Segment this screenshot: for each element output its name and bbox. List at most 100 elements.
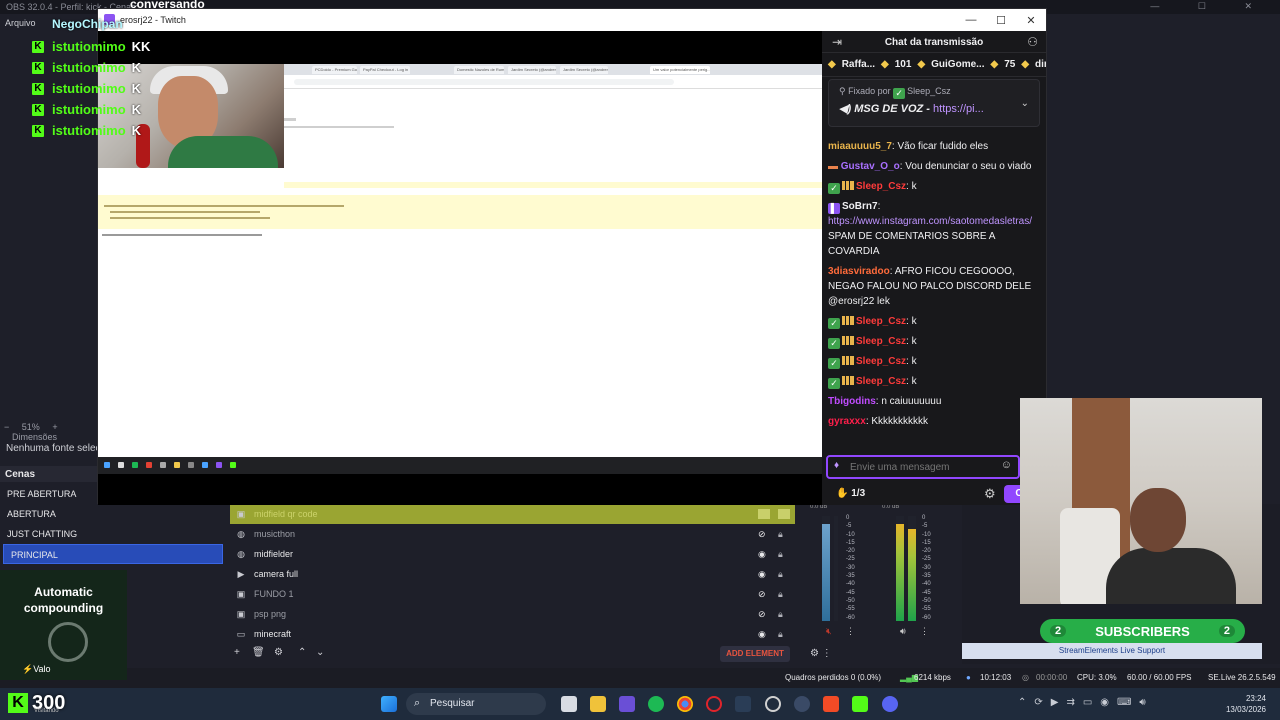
chat-username[interactable]: SoBrn7 [842, 201, 878, 212]
chat-username[interactable]: 3diasviradoo [828, 266, 890, 277]
source-item[interactable]: ▣ midfield qr code [230, 504, 795, 524]
source-item[interactable]: ◍ midfielder ◉ 🔒︎ [230, 544, 795, 564]
chat-username[interactable]: Sleep_Csz [856, 316, 906, 327]
chat-username[interactable]: Sleep_Csz [856, 181, 906, 192]
chat-username[interactable]: Tbigodins [828, 396, 876, 407]
scene-item[interactable]: ABERTURA [0, 504, 226, 524]
cpu-usage: CPU: 3.0% [1077, 673, 1117, 682]
hidden-eye-icon[interactable]: ⊘ [758, 609, 766, 620]
eye-icon[interactable]: ◉ [758, 549, 766, 560]
minimize-icon[interactable]: — [956, 9, 986, 31]
image-icon: ▣ [236, 508, 246, 519]
zoom-out-button[interactable]: − [4, 422, 9, 432]
inner-text-line [284, 118, 296, 121]
chat-username[interactable]: Sleep_Csz [856, 376, 906, 387]
lock-icon[interactable]: 🔒︎ [778, 589, 783, 600]
taskbar-clock[interactable]: 23:24 13/03/2026 [1226, 693, 1266, 715]
gear-icon[interactable]: ⚙ [274, 647, 283, 658]
community-icon[interactable]: ⚇ [1027, 35, 1038, 49]
pinned-message[interactable]: ⚲ Fixado por ✓ Sleep_Csz ◀) MSG DE VOZ - … [828, 79, 1040, 127]
pinned-link[interactable]: https://pi... [933, 103, 984, 115]
inner-address-bar [284, 75, 822, 89]
browser-title-bar[interactable]: erosrj22 - Twitch — ☐ ✕ [98, 9, 1046, 31]
streamelements-support-link[interactable]: StreamElements Live Support [962, 643, 1262, 659]
channel-points[interactable]: ✋ 1/3 [836, 488, 865, 499]
twitch-browser-window[interactable]: erosrj22 - Twitch — ☐ ✕ PCDoido - Premiu… [97, 8, 1047, 505]
opera-icon[interactable] [706, 696, 722, 712]
emote-picker-icon[interactable]: ☺ [1001, 459, 1012, 471]
add-source-icon[interactable]: + [234, 647, 240, 658]
visibility-toggle-icon[interactable] [758, 509, 770, 519]
inner-text-line [102, 234, 262, 236]
leaderboard-count: 75 [1004, 59, 1016, 70]
file-explorer-icon[interactable] [590, 696, 606, 712]
bits-icon[interactable]: ♦ [834, 460, 839, 471]
taskbar-search[interactable]: ⌕ Pesquisar [406, 693, 546, 715]
bits-badge-icon [842, 316, 854, 325]
eye-icon[interactable]: ◉ [758, 569, 766, 580]
twitch-chat-panel: ⇥ Chat da transmissão ⚇ ◆ Raffa... ◆ 101 ◆… [822, 31, 1046, 505]
lock-icon[interactable]: 🔒︎ [778, 569, 783, 580]
zoom-in-button[interactable]: + [52, 422, 57, 432]
kick-chat-message: Kistutiomimo K [32, 120, 222, 141]
maximize-icon[interactable]: ☐ [986, 9, 1016, 31]
chat-settings-icon[interactable]: ⚙ [984, 486, 996, 502]
volume-meter [908, 516, 916, 621]
eye-icon[interactable]: ◉ [758, 629, 766, 640]
chrome-icon[interactable] [677, 696, 693, 712]
add-element-button[interactable]: ADD ELEMENT [720, 646, 790, 662]
mixer-settings-icon[interactable]: ⚙ ⋮ [810, 648, 832, 659]
hidden-eye-icon[interactable]: ⊘ [758, 529, 766, 540]
source-item[interactable]: ▶ camera full ◉ 🔒︎ [230, 564, 795, 584]
chat-message-input[interactable] [850, 460, 990, 474]
chat-input-box[interactable]: ♦ ☺ [826, 455, 1020, 479]
steam-icon[interactable] [735, 696, 751, 712]
discord-icon[interactable] [882, 696, 898, 712]
trash-icon[interactable]: 🗑︎ [252, 647, 265, 658]
source-item[interactable]: ▣ FUNDO 1 ⊘ 🔒︎ [230, 584, 795, 604]
app-grid-icon[interactable] [619, 696, 635, 712]
hidden-eye-icon[interactable]: ⊘ [758, 589, 766, 600]
lock-icon[interactable]: 🔒︎ [778, 549, 783, 560]
inner-tab: PayPal Checkout - Log in [360, 66, 410, 74]
speaker-icon[interactable]: 🔊︎ [900, 626, 906, 637]
kick-username: istutiomimo [52, 60, 126, 75]
obs-window-controls[interactable]: — ☐ ✕ [1150, 1, 1270, 11]
obs-icon[interactable] [765, 696, 781, 712]
chat-username[interactable]: Sleep_Csz [856, 336, 906, 347]
scene-item[interactable]: JUST CHATTING [0, 524, 226, 544]
source-item[interactable]: ▣ psp png ⊘ 🔒︎ [230, 604, 795, 624]
kick-app-icon[interactable] [852, 696, 868, 712]
move-down-icon[interactable]: ⌄ [316, 647, 324, 658]
lock-icon[interactable] [778, 509, 790, 519]
spotify-icon[interactable] [648, 696, 664, 712]
chat-username[interactable]: gyraxxx [828, 416, 866, 427]
chat-username[interactable]: Sleep_Csz [856, 356, 906, 367]
subscriber-count-left: 2 [1050, 625, 1067, 637]
more-options-icon[interactable]: ⋮ [846, 626, 855, 637]
chevron-down-icon[interactable]: ⌄ [1021, 98, 1029, 109]
chat-username[interactable]: Gustav_O_o [841, 161, 900, 172]
source-item[interactable]: ▭ minecraft ◉ 🔒︎ [230, 624, 795, 644]
lock-icon[interactable]: 🔒︎ [778, 629, 783, 640]
zoom-level: 51% [21, 422, 40, 432]
windows-taskbar: ⌕ Pesquisar ⌃⟳▶⇉▭◉⌨🔊︎ 23:24 13/03/2026 [0, 688, 1280, 720]
move-up-icon[interactable]: ⌃ [298, 647, 306, 658]
scene-item-selected[interactable]: PRINCIPAL [3, 544, 223, 564]
more-options-icon[interactable]: ⋮ [920, 626, 929, 637]
chat-username[interactable]: miaauuuu5_7 [828, 141, 892, 152]
source-item[interactable]: ◍ musicthon ⊘ 🔒︎ [230, 524, 795, 544]
chat-link[interactable]: https://www.instagram.com/saotomedasletr… [828, 216, 1032, 227]
system-tray[interactable]: ⌃⟳▶⇉▭◉⌨🔊︎ [1018, 697, 1154, 708]
windows-start-icon[interactable] [381, 696, 397, 712]
viewer-label: Visitando [34, 708, 59, 714]
chat-message: miaauuuu5_7: Vão ficar fudido eles [828, 141, 989, 152]
lock-icon[interactable]: 🔒︎ [778, 609, 783, 620]
app-icon[interactable] [794, 696, 810, 712]
lock-icon[interactable]: 🔒︎ [778, 529, 783, 540]
close-icon[interactable]: ✕ [1016, 9, 1046, 31]
muted-speaker-icon[interactable]: 🔇︎ [826, 626, 832, 637]
brave-icon[interactable] [823, 696, 839, 712]
chat-leaderboard[interactable]: ◆ Raffa... ◆ 101 ◆ GuiGome... ◆ 75 ◆ dini [822, 53, 1046, 77]
task-view-icon[interactable] [561, 696, 577, 712]
